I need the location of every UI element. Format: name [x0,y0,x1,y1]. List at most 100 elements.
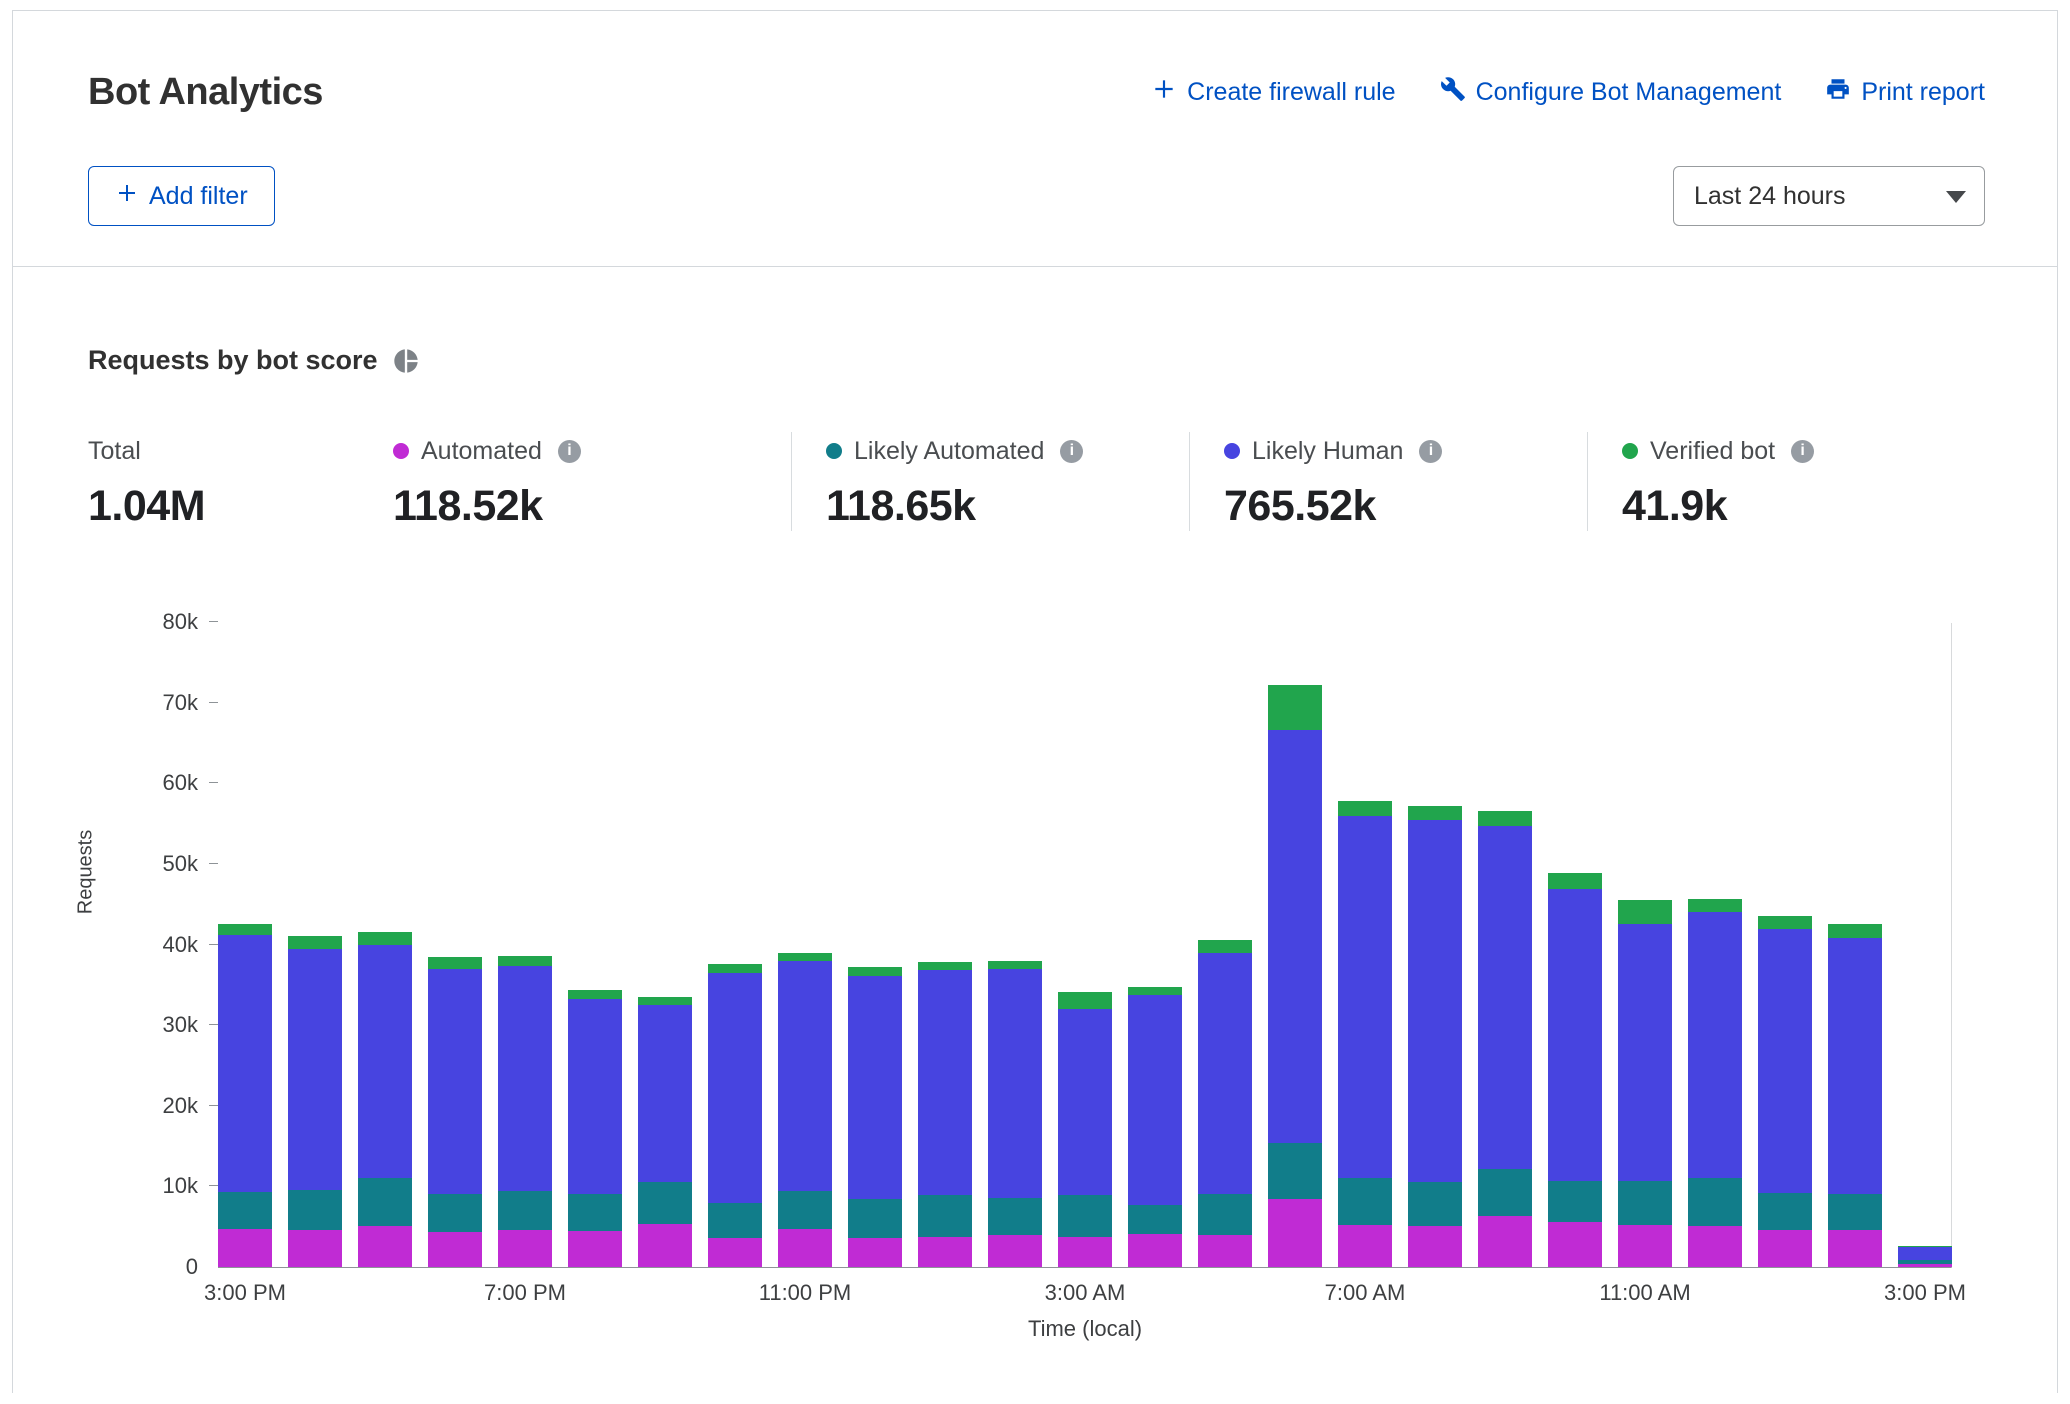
stacked-bar-4[interactable] [498,956,552,1267]
bar-segment-verified-bot[interactable] [778,953,832,962]
stacked-bar-19[interactable] [1548,873,1602,1267]
bar-segment-automated[interactable] [358,1226,412,1267]
bar-segment-likely-automated[interactable] [1198,1194,1252,1234]
bar-segment-likely-automated[interactable] [988,1198,1042,1235]
bar-segment-likely-automated[interactable] [1128,1205,1182,1234]
bar-segment-likely-automated[interactable] [1618,1181,1672,1225]
bar-segment-likely-human[interactable] [1618,924,1672,1180]
bar-segment-likely-automated[interactable] [1338,1178,1392,1225]
bar-segment-likely-human[interactable] [1408,820,1462,1182]
bar-segment-likely-human[interactable] [1058,1009,1112,1194]
bar-segment-likely-automated[interactable] [638,1182,692,1224]
bar-segment-verified-bot[interactable] [1058,992,1112,1009]
stacked-bar-20[interactable] [1618,900,1672,1267]
stacked-bar-11[interactable] [988,961,1042,1267]
bar-segment-likely-automated[interactable] [1478,1169,1532,1216]
bar-segment-verified-bot[interactable] [1758,916,1812,929]
bar-segment-automated[interactable] [568,1231,622,1267]
bar-segment-verified-bot[interactable] [1688,899,1742,913]
bar-segment-verified-bot[interactable] [358,932,412,945]
stacked-bar-10[interactable] [918,962,972,1267]
stacked-bar-17[interactable] [1408,806,1462,1267]
bar-segment-likely-human[interactable] [568,999,622,1193]
bar-segment-likely-human[interactable] [1828,938,1882,1194]
bar-segment-likely-human[interactable] [218,935,272,1192]
bar-segment-likely-human[interactable] [288,949,342,1190]
bar-segment-likely-human[interactable] [778,961,832,1191]
bar-segment-automated[interactable] [1338,1225,1392,1267]
info-icon[interactable]: i [1791,440,1814,463]
bar-segment-verified-bot[interactable] [288,936,342,948]
bar-segment-likely-human[interactable] [1198,953,1252,1195]
bar-segment-verified-bot[interactable] [988,961,1042,969]
bar-segment-automated[interactable] [288,1230,342,1267]
bar-segment-verified-bot[interactable] [1338,801,1392,816]
bar-segment-automated[interactable] [1128,1234,1182,1267]
bar-segment-verified-bot[interactable] [708,964,762,973]
bar-segment-verified-bot[interactable] [1828,924,1882,938]
bar-segment-verified-bot[interactable] [1618,900,1672,924]
configure-bot-management-link[interactable]: Configure Bot Management [1440,76,1782,109]
bar-segment-automated[interactable] [1478,1216,1532,1267]
bar-segment-likely-human[interactable] [428,969,482,1194]
bar-segment-verified-bot[interactable] [218,924,272,935]
bar-segment-automated[interactable] [778,1229,832,1267]
bar-segment-verified-bot[interactable] [638,997,692,1005]
bar-segment-likely-automated[interactable] [1408,1182,1462,1226]
stacked-bar-8[interactable] [778,953,832,1267]
stacked-bar-0[interactable] [218,924,272,1267]
stacked-bar-22[interactable] [1758,916,1812,1267]
bar-segment-verified-bot[interactable] [498,956,552,966]
bar-segment-likely-human[interactable] [988,969,1042,1197]
stacked-bar-23[interactable] [1828,924,1882,1267]
bar-segment-verified-bot[interactable] [1478,811,1532,826]
bar-segment-likely-human[interactable] [848,976,902,1199]
bar-segment-likely-automated[interactable] [708,1203,762,1238]
bar-segment-verified-bot[interactable] [1198,940,1252,952]
bar-segment-likely-automated[interactable] [218,1192,272,1229]
bar-segment-automated[interactable] [708,1238,762,1267]
bar-segment-automated[interactable] [1058,1237,1112,1267]
bar-segment-likely-human[interactable] [1758,929,1812,1193]
bar-segment-automated[interactable] [1408,1226,1462,1267]
bar-segment-likely-human[interactable] [1548,889,1602,1181]
bar-segment-likely-automated[interactable] [1058,1195,1112,1238]
stacked-bar-21[interactable] [1688,899,1742,1267]
bar-segment-automated[interactable] [848,1238,902,1267]
bar-segment-automated[interactable] [428,1232,482,1268]
bar-segment-likely-automated[interactable] [848,1199,902,1239]
bar-segment-verified-bot[interactable] [568,990,622,999]
add-filter-button[interactable]: Add filter [88,166,275,226]
bar-segment-likely-human[interactable] [1478,826,1532,1170]
bar-segment-likely-human[interactable] [498,966,552,1192]
bar-segment-automated[interactable] [1268,1199,1322,1267]
stacked-bar-9[interactable] [848,967,902,1267]
info-icon[interactable]: i [1060,440,1083,463]
bar-segment-automated[interactable] [918,1237,972,1267]
stacked-bar-15[interactable] [1268,685,1322,1267]
bar-segment-likely-human[interactable] [1898,1247,1952,1260]
stacked-bar-7[interactable] [708,964,762,1267]
stacked-bar-12[interactable] [1058,992,1112,1267]
bar-segment-automated[interactable] [1198,1235,1252,1267]
print-report-link[interactable]: Print report [1825,76,1985,109]
stacked-bar-24[interactable] [1898,1246,1952,1267]
stacked-bar-13[interactable] [1128,987,1182,1267]
bar-segment-likely-human[interactable] [1268,730,1322,1143]
bar-segment-likely-human[interactable] [918,970,972,1194]
bar-segment-verified-bot[interactable] [848,967,902,976]
bar-segment-verified-bot[interactable] [918,962,972,970]
stacked-bar-6[interactable] [638,997,692,1267]
stacked-bar-14[interactable] [1198,940,1252,1267]
bar-segment-likely-human[interactable] [708,973,762,1204]
stacked-bar-18[interactable] [1478,811,1532,1267]
bar-segment-automated[interactable] [498,1230,552,1267]
bar-segment-automated[interactable] [1898,1264,1952,1267]
stacked-bar-5[interactable] [568,990,622,1267]
bar-segment-likely-human[interactable] [358,945,412,1179]
bar-segment-automated[interactable] [1548,1222,1602,1267]
bar-segment-likely-automated[interactable] [568,1194,622,1231]
bar-segment-likely-human[interactable] [638,1005,692,1182]
bar-segment-likely-automated[interactable] [358,1178,412,1226]
bar-segment-likely-automated[interactable] [1548,1181,1602,1222]
